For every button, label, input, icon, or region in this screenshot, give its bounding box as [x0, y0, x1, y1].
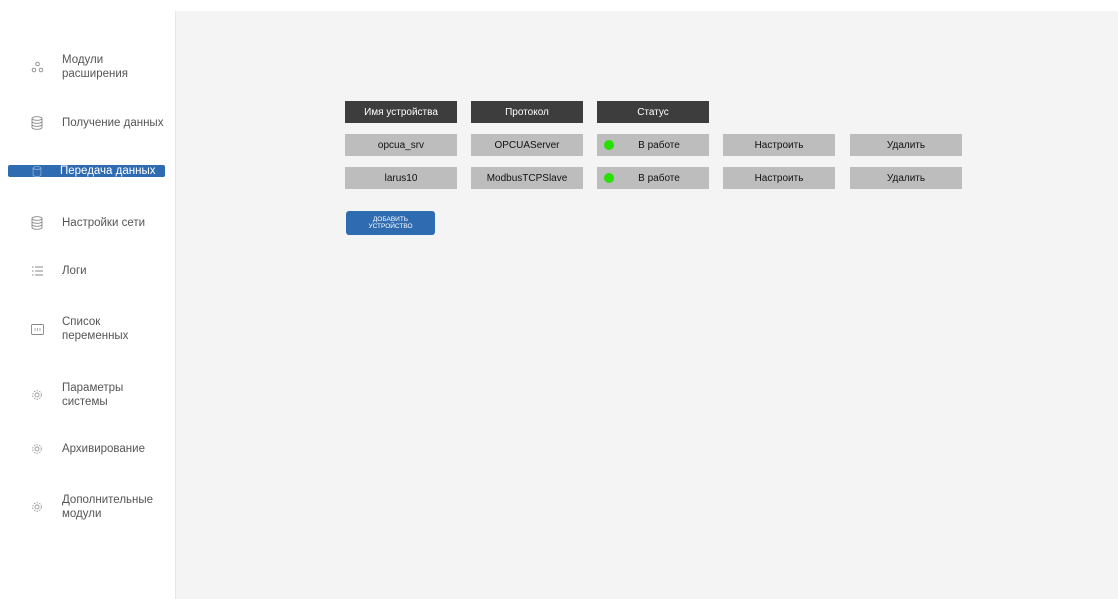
sidebar: Модули расширения Получение данных Переда…	[0, 0, 175, 599]
label-line1: Параметры	[62, 382, 124, 394]
gear-icon	[29, 387, 45, 403]
sidebar-item-system-params[interactable]: Параметры системы	[10, 381, 165, 409]
sidebar-item-label: Список переменных	[62, 315, 128, 343]
sidebar-item-network[interactable]: Настройки сети	[10, 215, 165, 231]
sidebar-item-logs[interactable]: Логи	[10, 263, 165, 279]
add-device-label-line2: устройство	[368, 223, 413, 230]
sidebar-item-extra-modules[interactable]: Дополнительные модули	[10, 493, 165, 521]
label-line2: модули	[62, 508, 102, 520]
sidebar-item-data-receive[interactable]: Получение данных	[10, 115, 165, 131]
device-name-cell: opcua_srv	[345, 134, 457, 156]
label-line2: переменных	[62, 330, 129, 342]
status-cell: В работе	[597, 134, 709, 156]
sidebar-item-label: Настройки сети	[62, 217, 146, 229]
label-line2: расширения	[62, 68, 128, 80]
status-text: В работе	[638, 139, 680, 151]
database-icon	[29, 215, 45, 231]
label-line1: Модули	[62, 54, 104, 66]
sidebar-item-label: Дополнительные модули	[62, 493, 153, 521]
sidebar-item-archiving[interactable]: Архивирование	[10, 441, 165, 457]
column-header-device-name: Имя устройства	[345, 101, 457, 123]
gear-icon	[29, 441, 45, 457]
column-header-status: Статус	[597, 101, 709, 123]
list-icon	[29, 263, 45, 279]
sidebar-item-label: Параметры системы	[62, 381, 123, 409]
configure-button[interactable]: Настроить	[723, 167, 835, 189]
sidebar-item-label: Передача данных	[60, 165, 156, 177]
sidebar-item-variables[interactable]: Список переменных	[10, 315, 165, 343]
delete-button[interactable]: Удалить	[850, 167, 962, 189]
label-line1: Дополнительные	[62, 494, 154, 506]
sidebar-item-label: Логи	[62, 265, 87, 277]
device-name-cell: larus10	[345, 167, 457, 189]
gear-icon	[29, 499, 45, 515]
modules-icon	[29, 59, 45, 75]
delete-button[interactable]: Удалить	[850, 134, 962, 156]
variables-icon	[29, 321, 45, 337]
status-indicator-icon	[604, 173, 614, 183]
sidebar-item-label: Архивирование	[62, 443, 145, 455]
status-cell: В работе	[597, 167, 709, 189]
main-content: Имя устройства Протокол Статус opcua_srv…	[175, 11, 1118, 599]
column-header-protocol: Протокол	[471, 101, 583, 123]
add-device-label-line1: Добавить	[372, 215, 409, 223]
sidebar-item-modules[interactable]: Модули расширения	[10, 53, 165, 81]
label-line1: Список	[62, 316, 101, 328]
sidebar-item-label: Получение данных	[62, 117, 164, 129]
protocol-cell: OPCUAServer	[471, 134, 583, 156]
sidebar-item-label: Модули расширения	[62, 53, 128, 81]
sidebar-item-data-transfer[interactable]: Передача данных	[8, 165, 165, 177]
status-text: В работе	[638, 172, 680, 184]
database-icon	[29, 115, 45, 131]
protocol-cell: ModbusTCPSlave	[471, 167, 583, 189]
label-line2: системы	[62, 396, 108, 408]
status-indicator-icon	[604, 140, 614, 150]
add-device-button[interactable]: Добавить устройство	[346, 211, 435, 235]
database-icon	[29, 163, 45, 179]
configure-button[interactable]: Настроить	[723, 134, 835, 156]
